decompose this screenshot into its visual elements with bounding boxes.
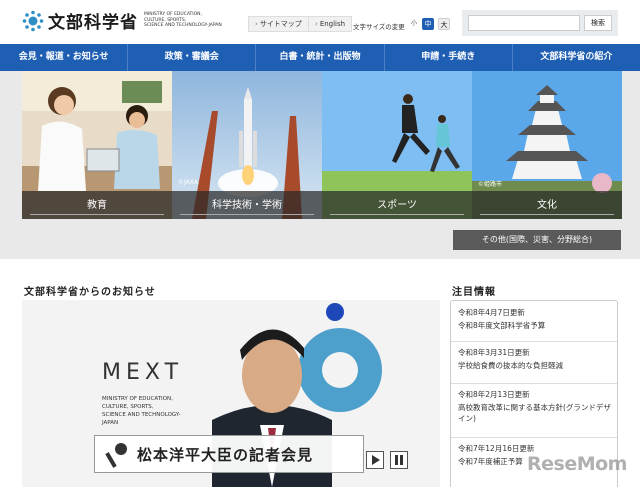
play-button[interactable] xyxy=(366,451,384,469)
english-button[interactable]: › English xyxy=(308,16,353,32)
mext-sub-line: CULTURE, SPORTS, xyxy=(102,404,154,410)
tile-science-label: 科学技術・学術 xyxy=(212,200,282,211)
news-caption[interactable]: 松本洋平大臣の記者会見 xyxy=(94,435,364,473)
notice-item[interactable]: 令和8年2月13日更新 高校教育改革に関する基本方針(グランドデザイン) xyxy=(458,389,614,424)
font-size-label: 文字サイズの変更 xyxy=(353,23,405,31)
tile-sports[interactable]: スポーツ xyxy=(322,71,472,219)
tile-label: 文化 xyxy=(472,191,622,219)
nav-item-whitepaper[interactable]: 白書・統計・出版物 xyxy=(255,44,383,71)
mext-sub-line: MINISTRY OF EDUCATION, xyxy=(102,396,173,402)
tile-sports-label: スポーツ xyxy=(377,200,417,211)
nav-item-about[interactable]: 文部科学省の紹介 xyxy=(511,44,640,71)
notice-item[interactable]: 令和8年4月7日更新 令和8年度文部科学省予算 xyxy=(458,307,614,331)
chevron-right-icon: › xyxy=(315,20,318,28)
notice-date: 令和8年4月7日更新 xyxy=(458,308,525,317)
resemom-watermark: ReseMom xyxy=(527,453,627,475)
logo-text: 文部科学省 xyxy=(48,13,138,33)
site-logo[interactable]: 文部科学省 MINISTRY OF EDUCATION, CULTURE, SP… xyxy=(22,8,224,33)
sitemap-label: サイトマップ xyxy=(259,20,302,28)
global-nav: 会見・報道・お知らせ 政策・審議会 白書・統計・出版物 申請・手続き 文部科学省… xyxy=(0,44,640,71)
news-section-title: 文部科学省からのお知らせ xyxy=(24,287,156,298)
play-icon xyxy=(372,455,380,465)
tile-label: 科学技術・学術 xyxy=(172,191,322,219)
notice-date: 令和8年2月13日更新 xyxy=(458,390,530,399)
chevron-right-icon: › xyxy=(255,20,258,28)
search-box: 検索 xyxy=(462,10,618,36)
search-input[interactable] xyxy=(468,15,580,31)
mext-subtitle: MINISTRY OF EDUCATION, CULTURE, SPORTS, … xyxy=(102,395,192,427)
mext-wordmark: MEXT xyxy=(102,360,184,385)
font-size-medium-button[interactable]: 中 xyxy=(422,18,434,30)
page: 文部科学省 MINISTRY OF EDUCATION, CULTURE, SP… xyxy=(0,0,640,487)
tile-culture-label: 文化 xyxy=(537,200,557,211)
other-fields-button[interactable]: その他(国際、災害、分野総合) xyxy=(453,230,621,250)
tile-education[interactable]: 教育 xyxy=(22,71,172,219)
notice-link[interactable]: 高校教育改革に関する基本方針(グランドデザイン) xyxy=(458,402,614,424)
english-label: English xyxy=(319,20,346,28)
logo-sub-line: SCIENCE AND TECHNOLOGY-JAPAN xyxy=(144,23,222,29)
search-button[interactable]: 検索 xyxy=(584,15,612,31)
tile-culture[interactable]: ©姫路市 文化 xyxy=(472,71,622,219)
image-credit: ©JAXA xyxy=(178,179,198,186)
notice-date: 令和8年3月31日更新 xyxy=(458,348,530,357)
pause-button[interactable] xyxy=(390,451,408,469)
font-size-large-button[interactable]: 大 xyxy=(438,18,450,30)
nav-item-press[interactable]: 会見・報道・お知らせ xyxy=(0,44,127,71)
tile-label: 教育 xyxy=(22,191,172,219)
divider xyxy=(451,383,617,384)
nav-item-policy[interactable]: 政策・審議会 xyxy=(127,44,255,71)
divider xyxy=(451,341,617,342)
font-size-small-button[interactable]: 小 xyxy=(408,18,420,30)
hero-section: 教育 ©JAXA 科学技術・学術 スポーツ ©姫路市 文化 その他(国際、災害、… xyxy=(0,71,640,259)
notice-section-title: 注目情報 xyxy=(452,287,496,298)
logo-emblem-icon xyxy=(22,10,44,31)
mext-sub-line: SCIENCE AND TECHNOLOGY-JAPAN xyxy=(102,412,181,426)
divider xyxy=(451,437,617,438)
tile-label: スポーツ xyxy=(322,191,472,219)
nav-item-application[interactable]: 申請・手続き xyxy=(383,44,512,71)
notice-link[interactable]: 令和8年度文部科学省予算 xyxy=(458,320,614,331)
news-caption-text: 松本洋平大臣の記者会見 xyxy=(137,445,314,464)
microphone-icon xyxy=(105,443,127,468)
logo-subtitle: MINISTRY OF EDUCATION, CULTURE, SPORTS, … xyxy=(144,12,224,29)
notice-link[interactable]: 学校給食費の抜本的な負担軽減 xyxy=(458,360,614,371)
notice-item[interactable]: 令和8年3月31日更新 学校給食費の抜本的な負担軽減 xyxy=(458,347,614,371)
tile-education-label: 教育 xyxy=(87,200,107,211)
header: 文部科学省 MINISTRY OF EDUCATION, CULTURE, SP… xyxy=(0,0,640,44)
image-credit: ©姫路市 xyxy=(478,181,503,188)
pause-icon xyxy=(395,455,403,465)
tile-science[interactable]: ©JAXA 科学技術・学術 xyxy=(172,71,322,219)
sitemap-button[interactable]: › サイトマップ xyxy=(248,16,309,32)
